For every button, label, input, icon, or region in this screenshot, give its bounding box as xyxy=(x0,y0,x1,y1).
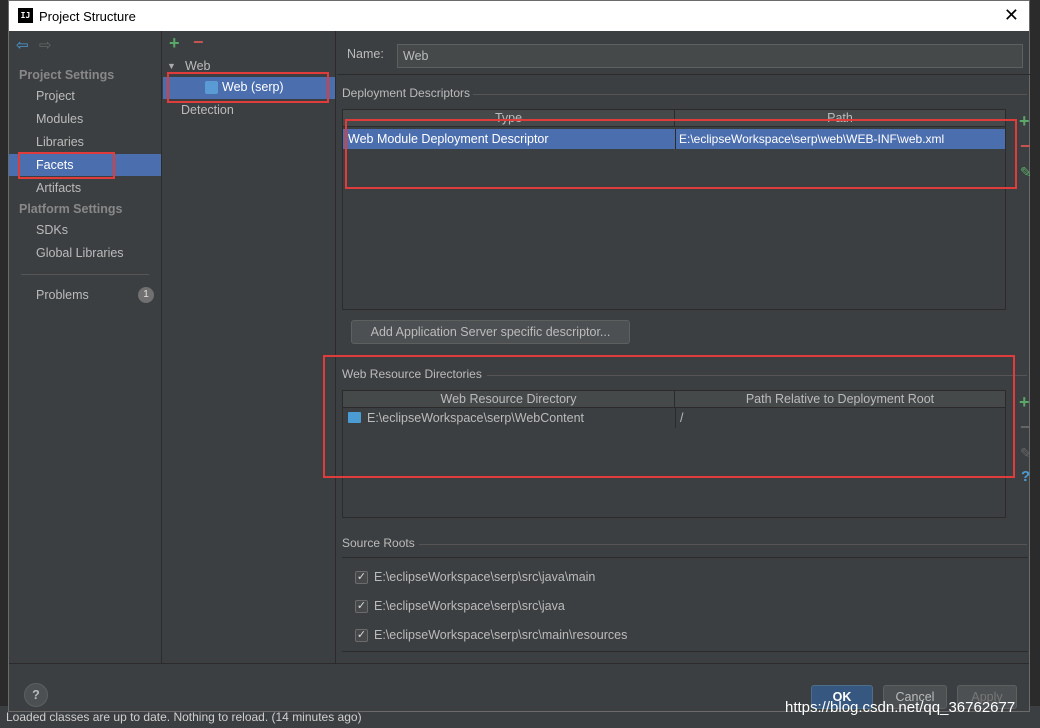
tree-node-web[interactable]: Web xyxy=(185,59,210,73)
tree-node-detection[interactable]: Detection xyxy=(181,103,234,117)
source-root-checkbox[interactable]: ✓ xyxy=(355,600,368,613)
help-button[interactable]: ? xyxy=(24,683,48,707)
add-web-resource-icon[interactable]: + xyxy=(1019,392,1030,413)
web-resource-table: Web Resource Directory Path Relative to … xyxy=(342,390,1006,518)
nav-item-artifacts[interactable]: Artifacts xyxy=(9,177,161,199)
left-navigation: ⇦ ⇨ Project Settings Project Modules Lib… xyxy=(9,31,162,663)
name-label: Name: xyxy=(347,47,384,61)
source-roots-box-bottom xyxy=(342,651,1028,652)
column-header-relative-path[interactable]: Path Relative to Deployment Root xyxy=(675,391,1005,408)
web-resource-dir: E:\eclipseWorkspace\serp\WebContent xyxy=(367,411,585,425)
web-resource-separator xyxy=(487,375,1027,376)
table-row[interactable]: Web Module Deployment Descriptor E:\ecli… xyxy=(343,129,1005,149)
tree-node-web-serp[interactable]: Web (serp) xyxy=(163,77,335,99)
platform-settings-heading: Platform Settings xyxy=(19,202,123,216)
intellij-logo-icon: IJ xyxy=(18,8,33,23)
remove-facet-icon[interactable]: − xyxy=(193,32,204,53)
add-server-descriptor-button[interactable]: Add Application Server specific descript… xyxy=(351,320,630,344)
folder-icon xyxy=(348,412,361,423)
edit-descriptor-icon[interactable]: ✎ xyxy=(1020,164,1032,181)
title-bar: IJ Project Structure ✕ xyxy=(9,1,1029,31)
deployment-descriptors-heading: Deployment Descriptors xyxy=(342,86,471,100)
column-divider xyxy=(675,129,676,149)
top-separator xyxy=(337,74,1031,75)
background-ide-right xyxy=(1030,0,1040,728)
nav-item-global-libraries[interactable]: Global Libraries xyxy=(9,242,161,264)
descriptor-type: Web Module Deployment Descriptor xyxy=(348,132,549,146)
source-root-checkbox[interactable]: ✓ xyxy=(355,629,368,642)
remove-descriptor-icon[interactable]: − xyxy=(1020,136,1031,157)
deployment-descriptors-table: Type Path Web Module Deployment Descript… xyxy=(342,109,1006,310)
source-root-label: E:\eclipseWorkspace\serp\src\java\main xyxy=(374,570,596,584)
relative-path: / xyxy=(680,411,684,425)
help-question-icon[interactable]: ? xyxy=(1021,468,1030,485)
expand-arrow-icon[interactable]: ▼ xyxy=(167,61,176,71)
facet-details-panel: Name: Web Deployment Descriptors Type Pa… xyxy=(323,31,1032,663)
web-resource-directories-heading: Web Resource Directories xyxy=(342,367,482,381)
nav-item-libraries[interactable]: Libraries xyxy=(9,131,161,153)
source-roots-box-top xyxy=(342,557,1028,558)
source-roots-heading: Source Roots xyxy=(342,536,415,550)
name-input[interactable]: Web xyxy=(397,44,1023,68)
nav-item-project[interactable]: Project xyxy=(9,85,161,107)
source-root-checkbox[interactable]: ✓ xyxy=(355,571,368,584)
column-header-path[interactable]: Path xyxy=(675,110,1005,127)
add-descriptor-icon[interactable]: + xyxy=(1019,111,1030,132)
source-root-label: E:\eclipseWorkspace\serp\src\java xyxy=(374,599,565,613)
deployment-separator xyxy=(473,94,1027,95)
add-facet-icon[interactable]: + xyxy=(169,33,180,54)
project-structure-dialog: IJ Project Structure ✕ ⇦ ⇨ Project Setti… xyxy=(8,0,1032,712)
descriptor-path: E:\eclipseWorkspace\serp\web\WEB-INF\web… xyxy=(679,132,945,146)
nav-item-facets[interactable]: Facets xyxy=(9,154,161,176)
column-header-web-resource-directory[interactable]: Web Resource Directory xyxy=(343,391,675,408)
table-row[interactable]: E:\eclipseWorkspace\serp\WebContent / xyxy=(343,408,1005,428)
forward-arrow-icon[interactable]: ⇨ xyxy=(39,36,52,54)
web-facet-icon xyxy=(205,81,218,94)
tree-node-label: Web (serp) xyxy=(222,80,284,94)
remove-web-resource-icon[interactable]: − xyxy=(1020,417,1031,438)
nav-item-problems[interactable]: Problems 1 xyxy=(9,284,161,306)
source-root-label: E:\eclipseWorkspace\serp\src\main\resour… xyxy=(374,628,628,642)
column-header-type[interactable]: Type xyxy=(343,110,675,127)
nav-divider xyxy=(21,274,149,275)
edit-web-resource-icon[interactable]: ✎ xyxy=(1020,445,1032,462)
back-arrow-icon[interactable]: ⇦ xyxy=(16,36,29,54)
source-roots-separator xyxy=(419,544,1027,545)
facet-tree-panel: + − ▼ Web Web (serp) Detection xyxy=(163,31,336,663)
watermark: https://blog.csdn.net/qq_36762677 xyxy=(785,699,1016,716)
nav-item-sdks[interactable]: SDKs xyxy=(9,219,161,241)
window-title: Project Structure xyxy=(39,9,136,24)
close-icon[interactable]: ✕ xyxy=(1004,5,1019,26)
nav-item-modules[interactable]: Modules xyxy=(9,108,161,130)
problems-label: Problems xyxy=(36,288,89,302)
background-status-text: Loaded classes are up to date. Nothing t… xyxy=(6,710,362,724)
project-settings-heading: Project Settings xyxy=(19,68,115,82)
column-divider xyxy=(675,408,676,428)
background-ide-left xyxy=(0,0,8,728)
problems-count-badge: 1 xyxy=(138,287,154,303)
